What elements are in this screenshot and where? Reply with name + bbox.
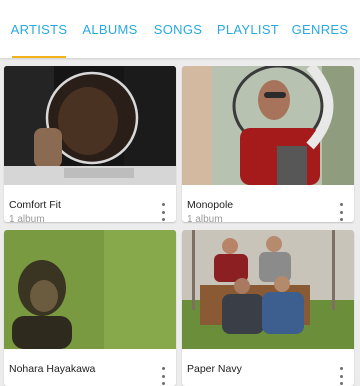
artist-card[interactable]: Paper Navy [182,230,354,386]
artist-artwork [182,66,354,185]
tab-bar: ARTISTS ALBUMS SONGS PLAYLIST GENRES [0,0,360,58]
more-vert-icon[interactable] [334,203,348,221]
more-vert-icon[interactable] [156,367,170,385]
artist-name: Paper Navy [187,363,242,375]
artist-name: Monopole [187,199,234,211]
tab-albums[interactable]: ALBUMS [80,0,140,58]
tab-songs[interactable]: SONGS [150,0,206,58]
tab-playlist[interactable]: PLAYLIST [215,0,281,58]
artist-name: Nohara Hayakawa [9,363,96,375]
more-vert-icon[interactable] [334,367,348,385]
artist-artwork [4,230,176,349]
artist-artwork [182,230,354,349]
artist-name: Comfort Fit [9,199,61,211]
tab-artists[interactable]: ARTISTS [8,0,70,58]
artist-card[interactable]: Nohara Hayakawa [4,230,176,386]
album-count: 1 album [9,214,45,222]
artist-artwork [4,66,176,185]
artist-card[interactable]: Comfort Fit 1 album [4,66,176,222]
artist-card[interactable]: Monopole 1 album [182,66,354,222]
tab-genres[interactable]: GENRES [290,0,350,58]
album-count: 1 album [187,214,223,222]
artist-grid: Comfort Fit 1 album Monopole 1 album Noh… [0,58,360,386]
more-vert-icon[interactable] [156,203,170,221]
